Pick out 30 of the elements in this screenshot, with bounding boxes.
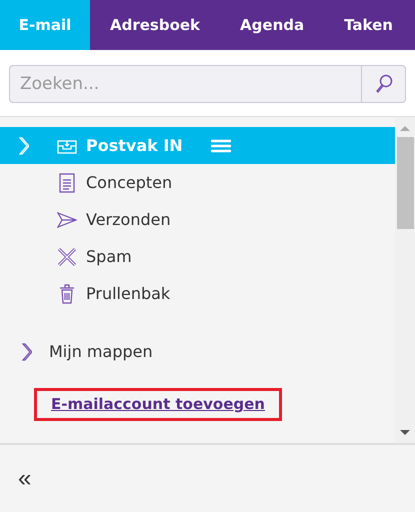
search-field[interactable]: Zoeken...	[9, 65, 361, 103]
trash-icon	[59, 284, 75, 304]
folder-label: Spam	[86, 247, 132, 266]
scrollbar[interactable]	[395, 117, 415, 443]
folder-label: Postvak IN	[86, 136, 183, 155]
folder-label: Prullenbak	[86, 284, 170, 303]
chevron-right-icon	[22, 342, 32, 360]
add-account-link[interactable]: E-mailaccount toevoegen	[51, 395, 265, 413]
tab[interactable]: Taken	[324, 0, 413, 50]
folder-group[interactable]: Mijn mappen	[0, 333, 395, 370]
paper-plane-icon	[57, 212, 77, 228]
inbox-icon	[57, 138, 77, 154]
search-icon	[374, 74, 392, 94]
scroll-thumb[interactable]	[396, 137, 414, 229]
scroll-up-icon[interactable]	[400, 126, 410, 131]
menu-icon[interactable]	[210, 138, 231, 152]
scroll-down-icon[interactable]	[400, 430, 410, 435]
collapse-button[interactable]: «	[14, 464, 36, 492]
folder-item[interactable]: Verzonden	[0, 201, 395, 238]
folder-label: Concepten	[86, 173, 172, 192]
folder-item[interactable]: Spam	[0, 238, 395, 275]
folder-label: Verzonden	[86, 210, 171, 229]
folder-item[interactable]: Concepten	[0, 164, 395, 201]
cross-icon	[57, 246, 77, 266]
tab[interactable]: Agenda	[220, 0, 324, 50]
search-button[interactable]	[361, 65, 406, 103]
tab[interactable]: Adresboek	[90, 0, 220, 50]
folder-label: Mijn mappen	[49, 342, 153, 361]
document-icon	[59, 172, 75, 192]
folder-item[interactable]: Prullenbak	[0, 275, 395, 312]
